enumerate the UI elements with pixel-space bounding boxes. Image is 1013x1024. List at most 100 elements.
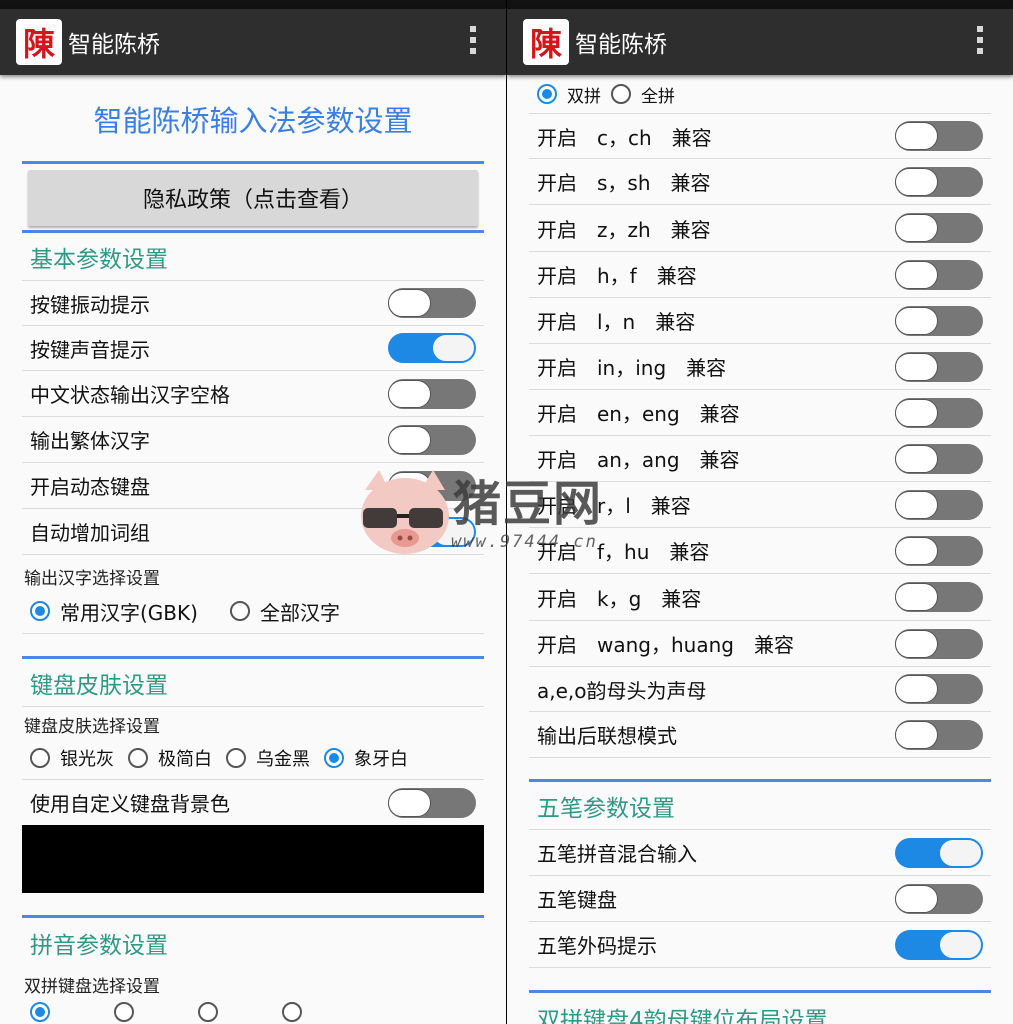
overflow-menu-icon[interactable] [977,26,983,54]
radio-unselected-icon [114,1002,134,1022]
section-skin: 键盘皮肤设置 [22,659,484,707]
radio-skin-black[interactable]: 乌金黑 [226,745,310,771]
section-wubi: 五笔参数设置 [529,782,991,830]
setting-label: 开启 s，sh 兼容 [537,171,711,195]
app-bar: 陳 智能陈桥 [507,9,1013,75]
toggle-switch[interactable] [388,516,476,547]
setting-label: 开启 z，zh 兼容 [537,217,711,242]
fuzzy-row[interactable]: 开启 l，n 兼容 [529,298,991,344]
setting-row-custom-bg[interactable]: 使用自定义键盘背景色 [22,780,484,825]
toggle-switch[interactable] [895,929,983,960]
radio-unselected-icon [128,748,148,768]
fuzzy-row[interactable]: a,e,o韵母头为声母 [529,667,991,712]
toggle-switch[interactable] [895,535,983,566]
toggle-switch[interactable] [895,628,983,659]
radio-selected-icon [537,84,557,104]
fuzzy-row[interactable]: 开启 s，sh 兼容 [529,159,991,205]
radio-shuangpin-1[interactable] [30,1002,60,1022]
setting-label: 中文状态输出汉字空格 [30,383,230,407]
section-shuangpin-layout: 双拼键盘4韵母键位布局设置 [537,1008,828,1024]
setting-label: 开启 in，ing 兼容 [537,356,727,380]
radio-skin-white[interactable]: 极简白 [128,745,212,771]
toggle-switch[interactable] [388,787,476,818]
fuzzy-row[interactable]: 开启 wang，huang 兼容 [529,621,991,667]
overflow-menu-icon[interactable] [470,26,476,54]
fuzzy-row[interactable]: 开启 h，f 兼容 [529,252,991,298]
radio-shuangpin[interactable]: 双拼 [537,82,601,107]
setting-label: 使用自定义键盘背景色 [30,792,230,816]
radio-shuangpin-2[interactable] [114,1002,144,1022]
toggle-switch[interactable] [895,443,983,474]
fuzzy-row[interactable]: 开启 z，zh 兼容 [529,205,991,252]
radio-label: 银光灰 [60,749,114,770]
radio-selected-icon [324,748,344,768]
fuzzy-row[interactable]: 开启 an，ang 兼容 [529,436,991,482]
fuzzy-row[interactable]: 开启 in，ing 兼容 [529,344,991,390]
radio-skin-silver[interactable]: 银光灰 [30,745,114,771]
radio-label: 象牙白 [354,749,408,770]
toggle-switch[interactable] [895,719,983,750]
radio-label: 极简白 [158,749,212,770]
fuzzy-row[interactable]: 开启 c，ch 兼容 [529,114,991,159]
toggle-switch[interactable] [895,397,983,428]
radio-label: 全拼 [641,86,675,107]
setting-label: 开启 f，hu 兼容 [537,540,710,564]
setting-label: 开启 r，l 兼容 [537,494,691,518]
setting-row-auto-phrase[interactable]: 自动增加词组 [22,509,484,555]
toggle-switch[interactable] [895,305,983,336]
setting-label: 开启动态键盘 [30,475,150,499]
toggle-switch[interactable] [895,674,983,704]
toggle-switch[interactable] [895,259,983,290]
toggle-switch[interactable] [388,470,476,501]
fuzzy-row[interactable]: 开启 en，eng 兼容 [529,390,991,436]
setting-label: 开启 k，g 兼容 [537,586,702,611]
toggle-switch[interactable] [895,883,983,914]
toggle-switch[interactable] [388,333,476,363]
radio-label: 全部汉字 [259,600,340,625]
radio-all-chars[interactable]: 全部汉字 [229,597,340,626]
radio-unselected-icon [30,748,50,768]
toggle-switch[interactable] [895,837,983,868]
fuzzy-row[interactable]: 开启 k，g 兼容 [529,574,991,621]
fuzzy-pinyin-list: 开启 c，ch 兼容 开启 s，sh 兼容 开启 z，zh 兼容 开启 h，f 兼容开… [529,114,991,758]
setting-row-dynamic-keyboard[interactable]: 开启动态键盘 [22,463,484,509]
setting-label: 开启 h，f 兼容 [537,264,697,288]
radio-gbk[interactable]: 常用汉字(GBK) [30,597,198,626]
radio-quanpin[interactable]: 全拼 [611,82,675,107]
setting-row-chinese-space[interactable]: 中文状态输出汉字空格 [22,371,484,417]
screenshot-root: 陳 智能陈桥 智能陈桥输入法参数设置 隐私政策（点击查看） 基本参数设置 按键振… [0,0,1013,1024]
custom-bg-color-swatch[interactable] [22,825,484,893]
radio-selected-icon [30,1002,50,1022]
toggle-switch[interactable] [895,582,983,612]
privacy-policy-button[interactable]: 隐私政策（点击查看） [28,170,478,226]
setting-row-key-vibrate[interactable]: 按键振动提示 [22,281,484,326]
radio-shuangpin-4[interactable] [282,1002,312,1022]
wubi-row[interactable]: 五笔键盘 [529,876,991,922]
toggle-switch[interactable] [388,288,476,318]
setting-row-key-sound[interactable]: 按键声音提示 [22,326,484,371]
setting-label: 开启 wang，huang 兼容 [537,633,794,657]
toggle-switch[interactable] [895,351,983,382]
toggle-switch[interactable] [895,489,983,520]
wubi-row[interactable]: 五笔外码提示 [529,922,991,968]
toggle-switch[interactable] [388,424,476,455]
skin-radio-group: 银光灰 极简白 乌金黑 象牙白 [22,737,484,780]
setting-label: 按键声音提示 [30,337,150,362]
fuzzy-row[interactable]: 开启 r，l 兼容 [529,482,991,528]
toggle-switch[interactable] [895,166,983,197]
app-title: 智能陈桥 [575,32,667,58]
radio-skin-ivory[interactable]: 象牙白 [324,745,408,771]
fuzzy-row[interactable]: 输出后联想模式 [529,712,991,758]
fuzzy-row[interactable]: 开启 f，hu 兼容 [529,528,991,574]
wubi-row[interactable]: 五笔拼音混合输入 [529,830,991,876]
setting-label: 开启 c，ch 兼容 [537,125,712,150]
radio-shuangpin-3[interactable] [198,1002,228,1022]
toggle-switch[interactable] [895,121,983,151]
radio-unselected-icon [229,601,250,621]
app-logo-icon: 陳 [16,19,62,65]
setting-label: 输出后联想模式 [537,724,677,748]
setting-row-traditional[interactable]: 输出繁体汉字 [22,417,484,463]
status-bar [507,0,1013,9]
toggle-switch[interactable] [388,378,476,409]
toggle-switch[interactable] [895,213,983,243]
